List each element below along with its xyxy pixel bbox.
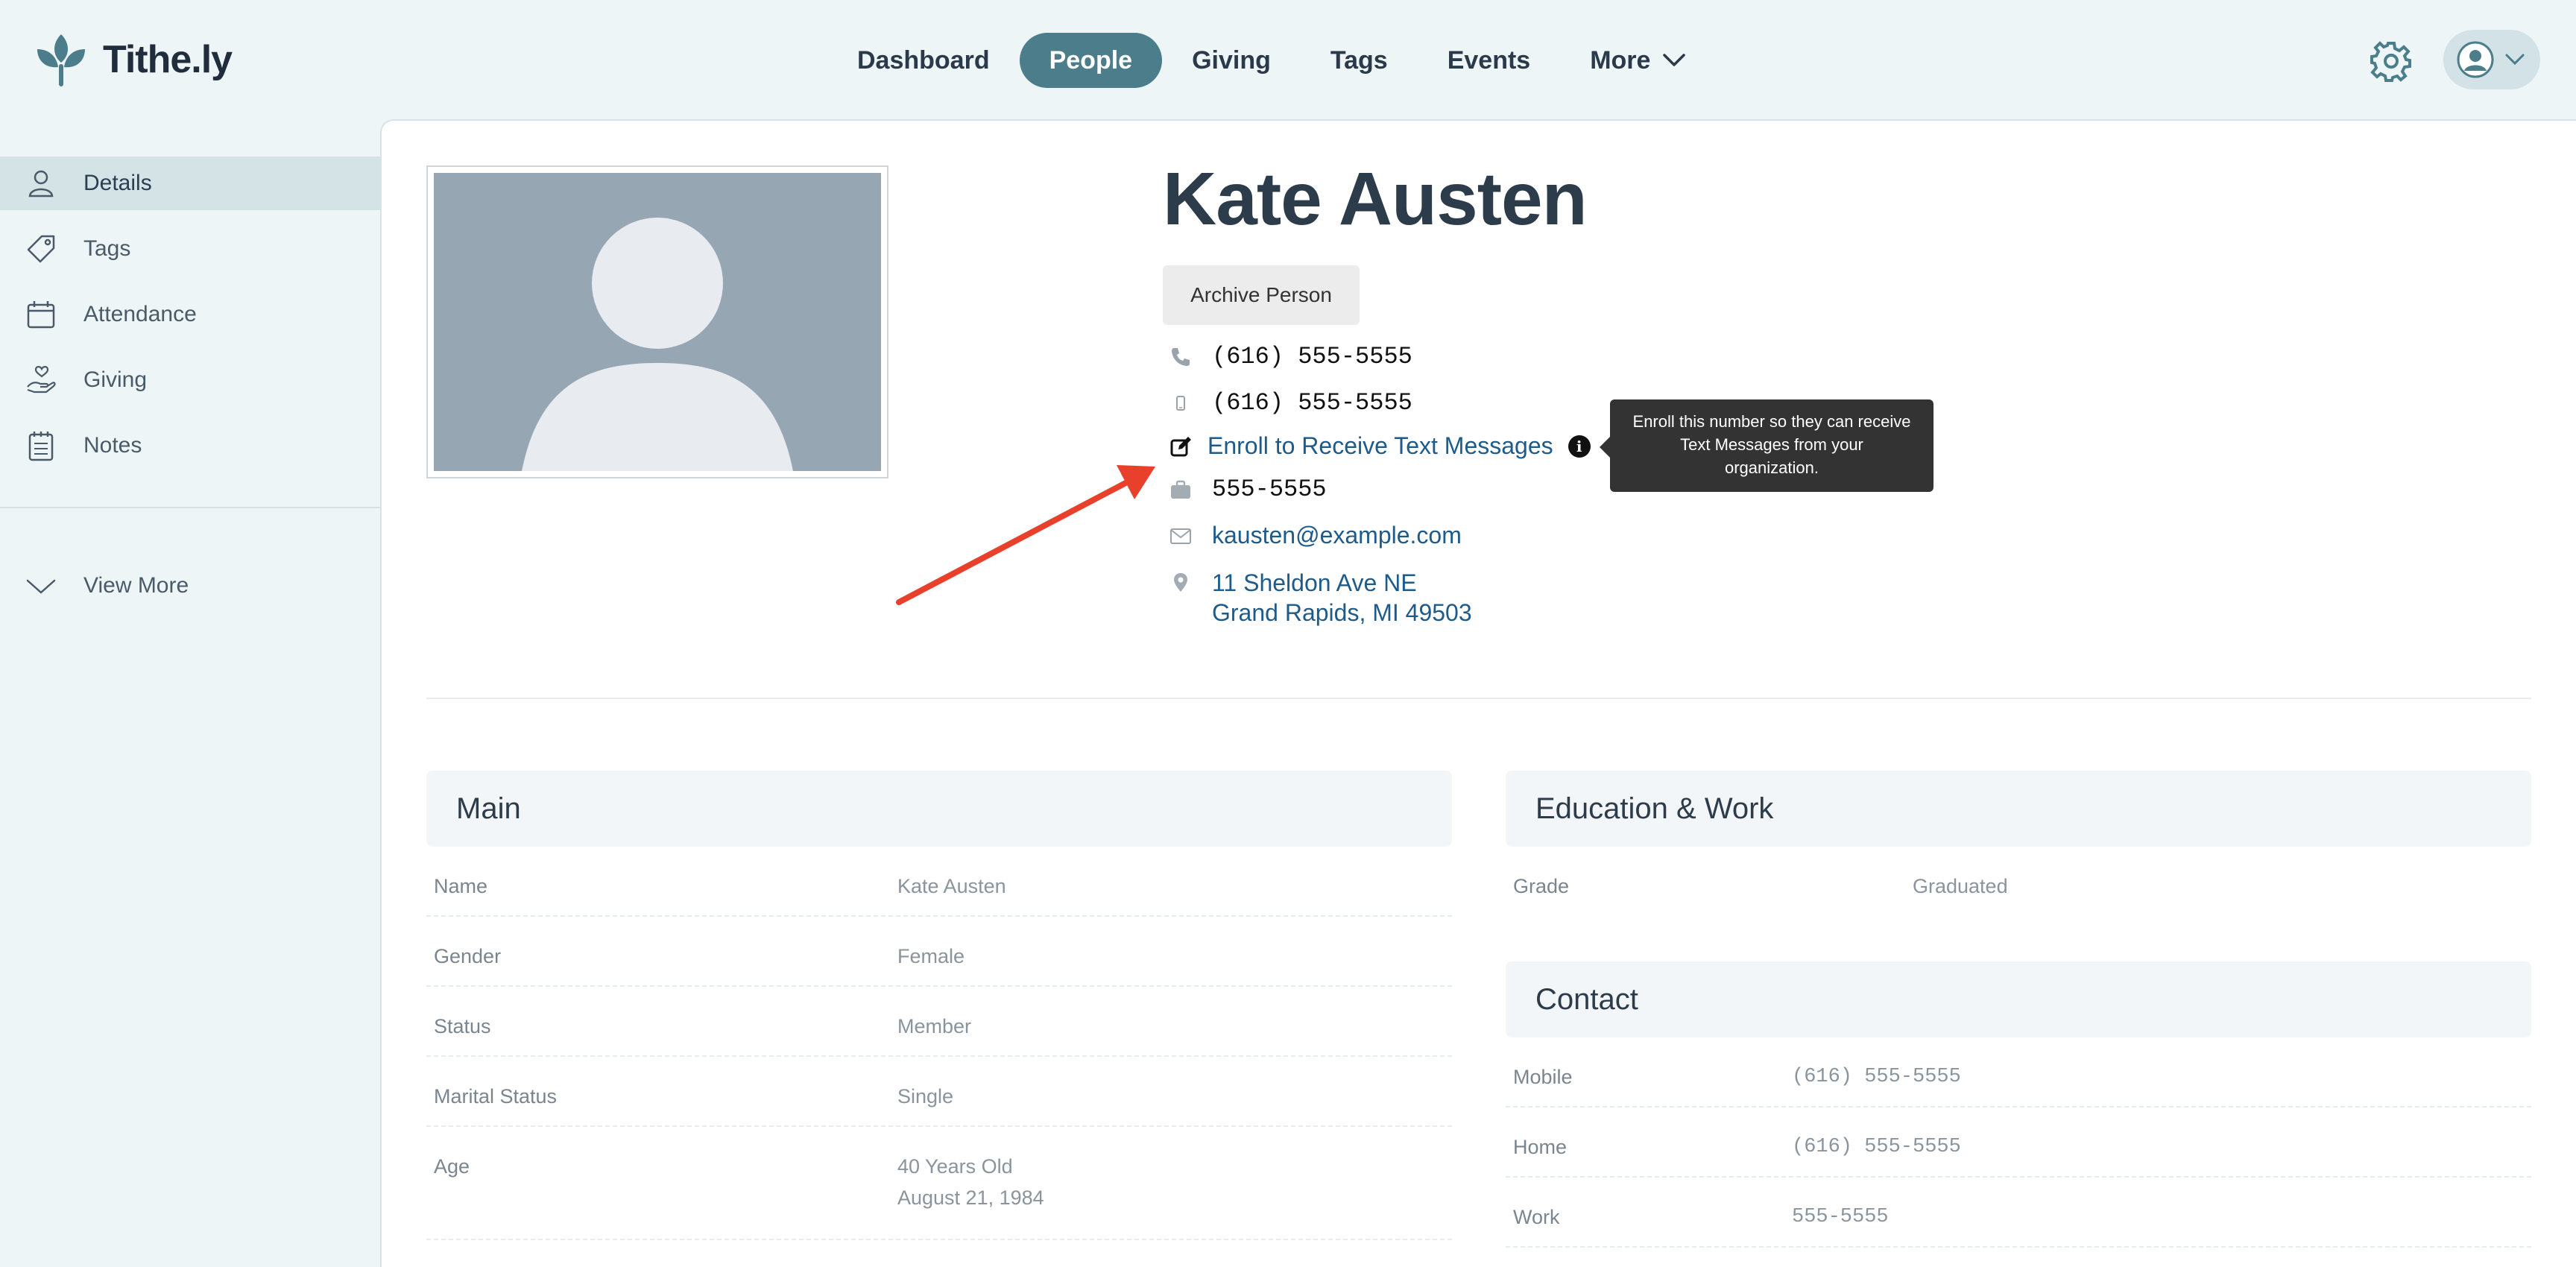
archive-person-button[interactable]: Archive Person: [1163, 265, 1360, 325]
field-value: Single: [897, 1085, 954, 1108]
home-phone-value: (616) 555-5555: [1212, 343, 1412, 370]
edit-icon: [1170, 436, 1191, 456]
user-menu-button[interactable]: [2443, 30, 2540, 89]
address-link[interactable]: 11 Sheldon Ave NE Grand Rapids, MI 49503: [1212, 568, 1472, 628]
sidebar-item-label: Tags: [83, 236, 131, 261]
nav-giving[interactable]: Giving: [1162, 33, 1301, 88]
field-row-gender: Gender Female: [426, 917, 1452, 987]
field-value: 40 Years Old: [897, 1155, 1013, 1178]
mobile-phone-row: (616) 555-5555: [1169, 389, 1412, 417]
home-phone-row: (616) 555-5555: [1169, 343, 1412, 370]
contact-panel-header: Contact: [1506, 961, 2531, 1037]
page-title: Kate Austen: [1163, 157, 1588, 241]
work-phone-value: 555-5555: [1212, 475, 1327, 503]
user-avatar-icon: [2457, 41, 2494, 78]
app-name: Tithe.ly: [103, 38, 233, 81]
address-row: 11 Sheldon Ave NE Grand Rapids, MI 49503: [1169, 568, 1472, 628]
chevron-down-icon: [2505, 54, 2525, 66]
gear-icon[interactable]: [2370, 40, 2412, 82]
section-divider: [426, 698, 2531, 699]
email-link[interactable]: kausten@example.com: [1212, 522, 1462, 549]
info-icon[interactable]: i: [1568, 435, 1591, 458]
top-bar: Tithe.ly Dashboard People Giving Tags Ev…: [0, 0, 2576, 119]
mobile-phone-value: (616) 555-5555: [1212, 389, 1412, 417]
person-icon: [28, 170, 54, 198]
calendar-icon: [27, 301, 55, 329]
field-label: Marital Status: [434, 1085, 558, 1108]
nav-more-label: More: [1590, 46, 1651, 75]
enroll-tooltip: Enroll this number so they can receive T…: [1600, 399, 1933, 492]
briefcase-icon: [1171, 480, 1190, 499]
nav-more[interactable]: More: [1560, 33, 1716, 88]
field-row-name: Name Kate Austen: [426, 847, 1452, 917]
annotation-arrow: [896, 465, 1155, 605]
avatar-placeholder-icon: [434, 173, 881, 471]
field-value: Kate Austen: [897, 875, 1006, 897]
field-row-work: Work 555-5555: [1506, 1178, 2531, 1248]
field-value: Female: [897, 945, 965, 967]
field-label: Age: [434, 1155, 470, 1178]
sidebar-item-label: Attendance: [83, 302, 197, 326]
sidebar-divider: [0, 507, 380, 508]
field-value-secondary: August 21, 1984: [897, 1187, 1044, 1209]
view-more-toggle[interactable]: View More: [0, 559, 380, 613]
field-label: Home: [1513, 1136, 1568, 1158]
sidebar-item-tags[interactable]: Tags: [0, 222, 380, 276]
field-label: Name: [434, 875, 488, 897]
sidebar-item-details[interactable]: Details: [0, 157, 380, 210]
work-phone-row: 555-5555: [1169, 475, 1327, 503]
sidebar: Details Tags Attendance Giving Notes Vie…: [0, 119, 380, 1267]
field-row-status: Status Member: [426, 987, 1452, 1057]
sidebar-item-giving[interactable]: Giving: [0, 353, 380, 407]
field-row-home: Home (616) 555-5555: [1506, 1108, 2531, 1178]
nav-dashboard[interactable]: Dashboard: [827, 33, 1020, 88]
tooltip-line: Text Messages from your: [1680, 435, 1863, 454]
field-label: Work: [1513, 1206, 1560, 1228]
tooltip-line: Enroll this number so they can receive: [1632, 412, 1911, 431]
field-row-mobile: Mobile (616) 555-5555: [1506, 1037, 2531, 1108]
map-pin-icon: [1174, 573, 1187, 592]
field-label: Mobile: [1513, 1066, 1573, 1088]
mobile-phone-icon: [1176, 395, 1185, 411]
field-value: (616) 555-5555: [1792, 1136, 1961, 1158]
chevron-down-icon: [1663, 54, 1686, 66]
field-row-marital-status: Marital Status Single: [426, 1057, 1452, 1127]
tithely-leaf-icon: [37, 34, 85, 86]
nav-people[interactable]: People: [1019, 33, 1163, 88]
enroll-row: Enroll to Receive Text Messages i: [1169, 432, 1591, 460]
profile-photo[interactable]: [426, 165, 888, 478]
tooltip-line: organization.: [1725, 458, 1819, 477]
field-label: Gender: [434, 945, 502, 967]
main-panel-header: Main: [426, 771, 1452, 847]
view-more-label: View More: [83, 573, 189, 598]
field-row-age: Age 40 Years Old August 21, 1984: [426, 1127, 1452, 1240]
notepad-icon: [28, 432, 54, 461]
field-value: 555-5555: [1792, 1206, 1889, 1228]
sidebar-item-label: Giving: [83, 367, 148, 392]
address-line-2: Grand Rapids, MI 49503: [1212, 599, 1472, 626]
email-row: kausten@example.com: [1169, 522, 1462, 549]
field-value: Member: [897, 1015, 972, 1037]
sidebar-item-label: Notes: [83, 433, 142, 458]
sidebar-item-label: Details: [83, 171, 152, 195]
sidebar-item-notes[interactable]: Notes: [0, 419, 380, 473]
app-logo[interactable]: Tithe.ly: [33, 30, 233, 89]
chevron-down-icon: [26, 579, 56, 594]
field-row-grade: Grade Graduated: [1506, 847, 2531, 917]
main-nav: Dashboard People Giving Tags Events More: [827, 33, 1716, 88]
field-value: Graduated: [1913, 875, 2008, 897]
hand-heart-icon: [27, 366, 56, 394]
nav-tags[interactable]: Tags: [1301, 33, 1418, 88]
enroll-text-messages-link[interactable]: Enroll to Receive Text Messages: [1208, 432, 1553, 460]
phone-icon: [1172, 347, 1190, 366]
education-panel-header: Education & Work: [1506, 771, 2531, 847]
tag-icon: [27, 235, 55, 263]
nav-events[interactable]: Events: [1418, 33, 1561, 88]
address-line-1: 11 Sheldon Ave NE: [1212, 569, 1417, 596]
field-label: Grade: [1513, 875, 1570, 897]
field-value: (616) 555-5555: [1792, 1066, 1961, 1088]
sidebar-item-attendance[interactable]: Attendance: [0, 288, 380, 341]
email-icon: [1170, 528, 1191, 544]
field-label: Status: [434, 1015, 491, 1037]
